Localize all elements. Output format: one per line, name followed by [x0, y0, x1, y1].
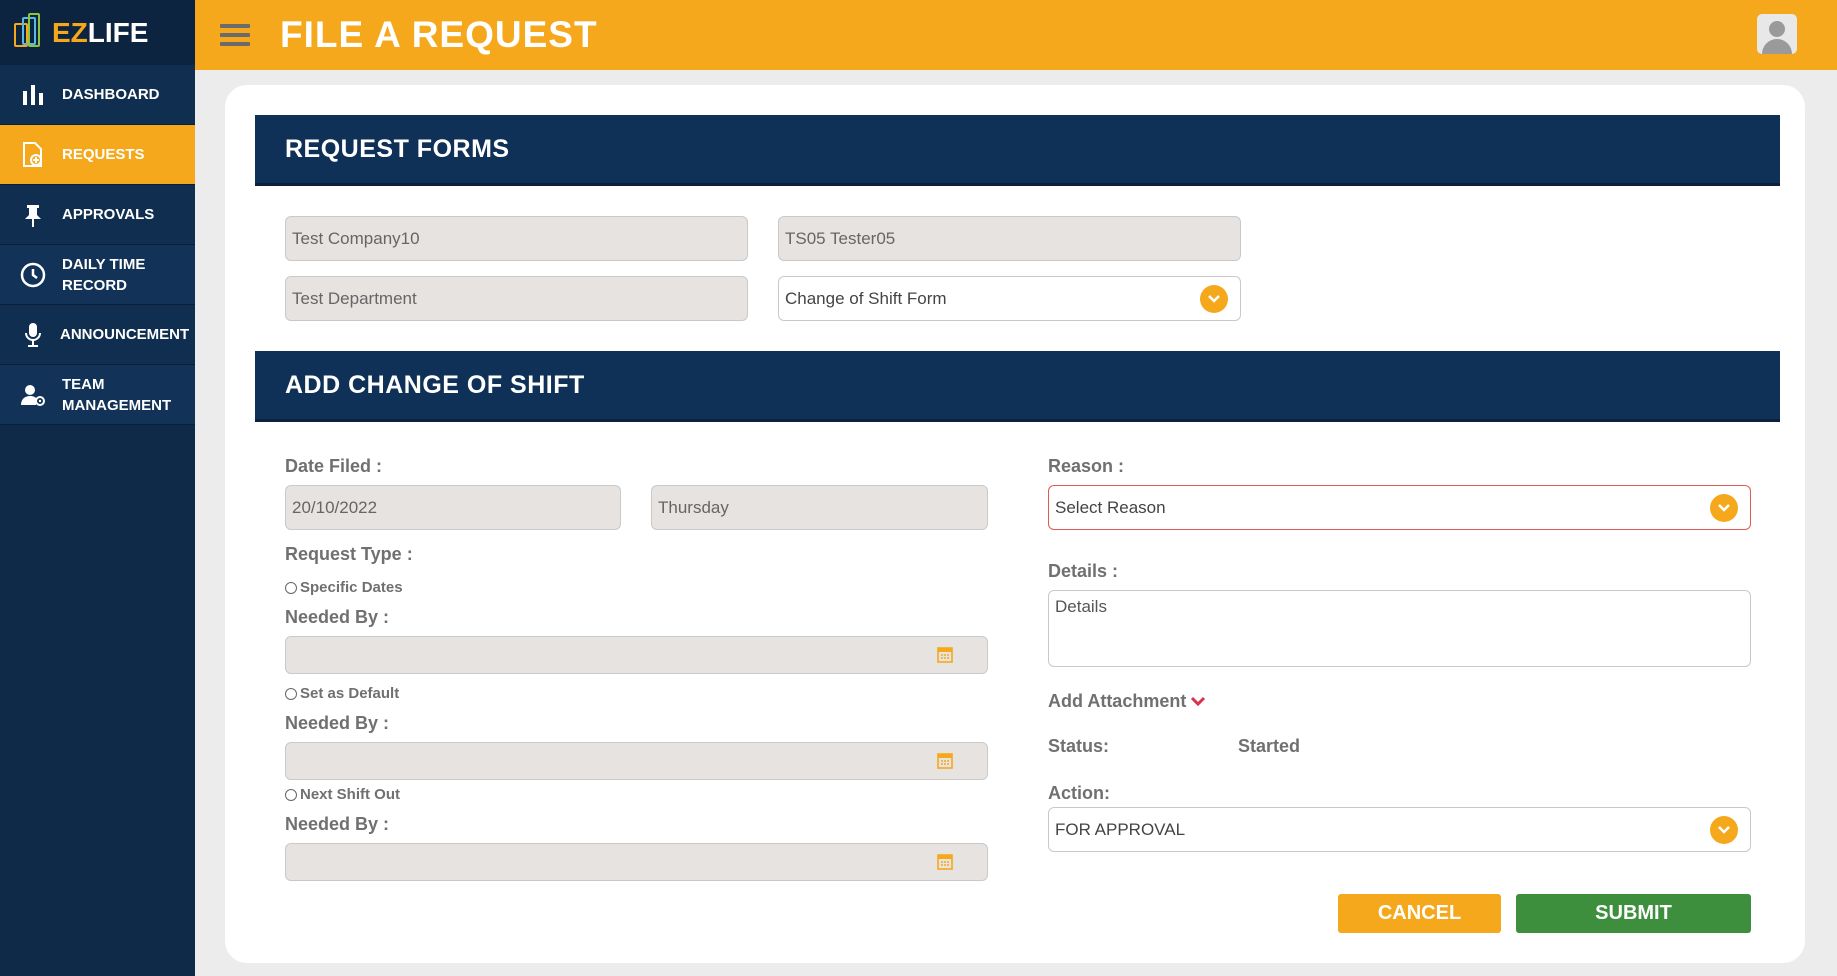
- specific-dates-option[interactable]: Specific Dates: [285, 579, 403, 596]
- user-avatar[interactable]: [1757, 14, 1797, 54]
- option-label: Next Shift Out: [300, 786, 400, 803]
- company-field: Test Company10: [285, 216, 748, 261]
- section-title: ADD CHANGE OF SHIFT: [285, 370, 585, 399]
- chevron-down-icon[interactable]: [1200, 284, 1228, 313]
- top-bar: FILE A REQUEST: [195, 0, 1837, 70]
- form-type-select[interactable]: Change of Shift Form: [778, 276, 1241, 321]
- submit-button[interactable]: SUBMIT: [1516, 894, 1751, 933]
- date-filed-label: Date Filed :: [285, 456, 383, 476]
- radio-button[interactable]: [285, 581, 297, 594]
- status-label: Status:: [1048, 736, 1110, 756]
- logo-text: EZLIFE: [52, 16, 149, 48]
- option-label: Specific Dates: [300, 579, 403, 596]
- add-attachment-toggle[interactable]: Add Attachment: [1048, 691, 1206, 712]
- content-card: REQUEST FORMS Test Company10 TS05 Tester…: [225, 85, 1805, 963]
- reason-select[interactable]: Select Reason: [1048, 485, 1751, 530]
- reason-label: Reason :: [1048, 456, 1125, 476]
- sidebar-item-approvals[interactable]: APPROVALS: [0, 185, 195, 245]
- option-label: Set as Default: [300, 685, 400, 702]
- microphone-icon: [20, 322, 46, 348]
- chevron-down-icon: [1191, 696, 1206, 706]
- needed-by-label: Needed By :: [285, 607, 390, 627]
- pin-icon: [20, 202, 46, 228]
- logo-icon: [14, 12, 46, 53]
- needed-by-date-input[interactable]: [285, 742, 988, 780]
- section-title: REQUEST FORMS: [285, 134, 510, 163]
- sidebar-item-label: DASHBOARD: [62, 86, 160, 103]
- sidebar: EZLIFE DASHBOARD REQUESTS APPROVALS DAIL…: [0, 0, 195, 976]
- action-label: Action:: [1048, 783, 1110, 803]
- sidebar-item-label: APPROVALS: [62, 206, 155, 223]
- radio-button[interactable]: [285, 687, 297, 700]
- sidebar-item-label: REQUESTS: [62, 146, 145, 163]
- document-add-icon: [20, 141, 46, 168]
- sidebar-item-label: TEAM MANAGEMENT: [62, 375, 172, 414]
- clock-icon: [20, 262, 46, 288]
- chevron-down-icon[interactable]: [1710, 815, 1738, 844]
- needed-by-date-input[interactable]: [285, 636, 988, 674]
- page-title: FILE A REQUEST: [280, 14, 598, 55]
- request-type-label: Request Type :: [285, 544, 413, 564]
- needed-by-label: Needed By :: [285, 713, 390, 733]
- bar-chart-icon: [20, 82, 46, 108]
- chevron-down-icon[interactable]: [1710, 493, 1738, 522]
- app-logo[interactable]: EZLIFE: [0, 0, 195, 65]
- cancel-button[interactable]: CANCEL: [1338, 894, 1501, 933]
- needed-by-date-input[interactable]: [285, 843, 988, 881]
- sidebar-item-dashboard[interactable]: DASHBOARD: [0, 65, 195, 125]
- calendar-icon[interactable]: [937, 752, 953, 769]
- add-attachment-label: Add Attachment: [1048, 691, 1187, 711]
- request-forms-header: REQUEST FORMS: [255, 115, 1780, 186]
- needed-by-label: Needed By :: [285, 814, 390, 834]
- user-gear-icon: [20, 382, 46, 408]
- sidebar-item-announcement[interactable]: ANNOUNCEMENT: [0, 305, 195, 365]
- sidebar-item-label: DAILY TIME RECORD: [62, 255, 146, 294]
- employee-field: TS05 Tester05: [778, 216, 1241, 261]
- calendar-icon[interactable]: [937, 853, 953, 870]
- sidebar-item-label: ANNOUNCEMENT: [60, 326, 190, 343]
- calendar-icon[interactable]: [937, 646, 953, 663]
- date-filed-field: 20/10/2022: [285, 485, 621, 530]
- day-field: Thursday: [651, 485, 988, 530]
- set-as-default-option[interactable]: Set as Default: [285, 685, 399, 702]
- sidebar-item-team-management[interactable]: TEAM MANAGEMENT: [0, 365, 195, 425]
- radio-button[interactable]: [285, 788, 297, 801]
- status-value: Started: [1238, 736, 1301, 756]
- sidebar-item-requests[interactable]: REQUESTS: [0, 125, 195, 185]
- department-field: Test Department: [285, 276, 748, 321]
- reason-value: Select Reason: [1055, 497, 1166, 517]
- sidebar-item-daily-time-record[interactable]: DAILY TIME RECORD: [0, 245, 195, 305]
- action-select[interactable]: FOR APPROVAL: [1048, 807, 1751, 852]
- action-value: FOR APPROVAL: [1055, 819, 1186, 839]
- details-textarea[interactable]: Details: [1048, 590, 1751, 667]
- sidebar-nav: DASHBOARD REQUESTS APPROVALS DAILY TIME …: [0, 65, 195, 425]
- details-label: Details :: [1048, 561, 1119, 581]
- next-shift-out-option[interactable]: Next Shift Out: [285, 786, 400, 803]
- details-placeholder: Details: [1055, 597, 1107, 616]
- hamburger-menu-icon[interactable]: [220, 19, 250, 51]
- form-type-value: Change of Shift Form: [785, 288, 947, 308]
- add-change-of-shift-header: ADD CHANGE OF SHIFT: [255, 351, 1780, 422]
